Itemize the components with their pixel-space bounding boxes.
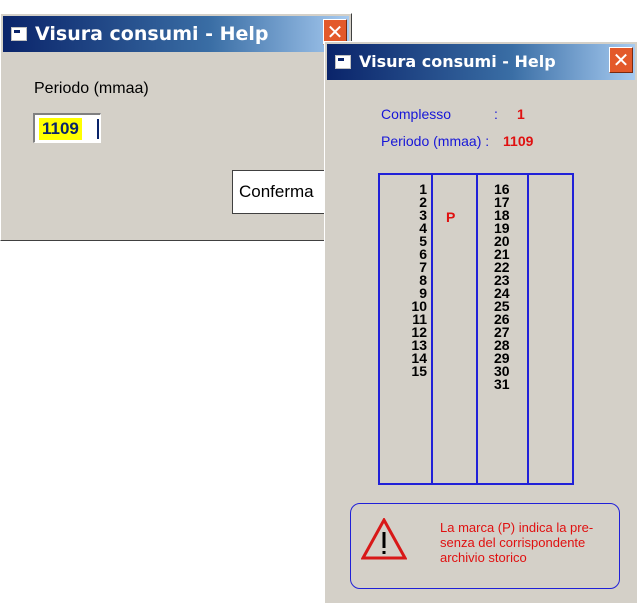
days-column-16-31: 16 17 18 19 20 21 22 23 24 25 26 27 28 29 30 31 [494, 182, 510, 392]
grid-divider [476, 175, 478, 483]
periodo-info-value: 1109 [503, 133, 534, 149]
note-line: archivio storico [440, 550, 527, 565]
note-text: La marca (P) indica la pre-senza del cor… [440, 520, 620, 565]
window-title: Visura consumi - Help [359, 52, 556, 71]
complesso-separator: : [494, 106, 498, 122]
window-app-icon [11, 27, 27, 41]
window-app-icon [335, 55, 351, 69]
day-number: 31 [494, 376, 510, 392]
complesso-value: 1 [517, 106, 525, 122]
title-bar[interactable]: Visura consumi - Help ✕ [327, 44, 635, 80]
grid-divider [527, 175, 529, 483]
text-caret [97, 119, 99, 139]
conferma-button[interactable]: Conferma [232, 170, 332, 214]
window-title: Visura consumi - Help [35, 23, 269, 45]
title-bar[interactable]: Visura consumi - Help ✕ [3, 16, 349, 52]
periodo-input-value: 1109 [39, 118, 82, 140]
note-box: La marca (P) indica la pre-senza del cor… [350, 503, 620, 589]
periodo-label: Periodo (mmaa) [34, 80, 149, 97]
note-line: senza del corrispondente [440, 535, 586, 550]
close-button[interactable]: ✕ [609, 47, 633, 73]
days-column-1-15: 1 2 3 4 5 6 7 8 9 10 11 12 13 14 15 [411, 182, 427, 379]
archive-mark: P [446, 209, 456, 225]
days-grid: 1 2 3 4 5 6 7 8 9 10 11 12 13 14 15 P 16 17 18 19 20 21 22 23… [378, 173, 574, 485]
complesso-label: Complesso [381, 106, 452, 122]
periodo-input[interactable]: 1109 [33, 113, 101, 143]
warning-triangle-icon [361, 518, 407, 560]
periodo-info-label: Periodo (mmaa) : [381, 133, 490, 149]
complesso-row: Complesso : 1 [381, 106, 525, 122]
day-number: 15 [411, 363, 427, 379]
note-line: La marca (P) indica la pre- [440, 520, 594, 535]
periodo-row: Periodo (mmaa) : 1109 [381, 133, 533, 149]
grid-divider [431, 175, 433, 483]
